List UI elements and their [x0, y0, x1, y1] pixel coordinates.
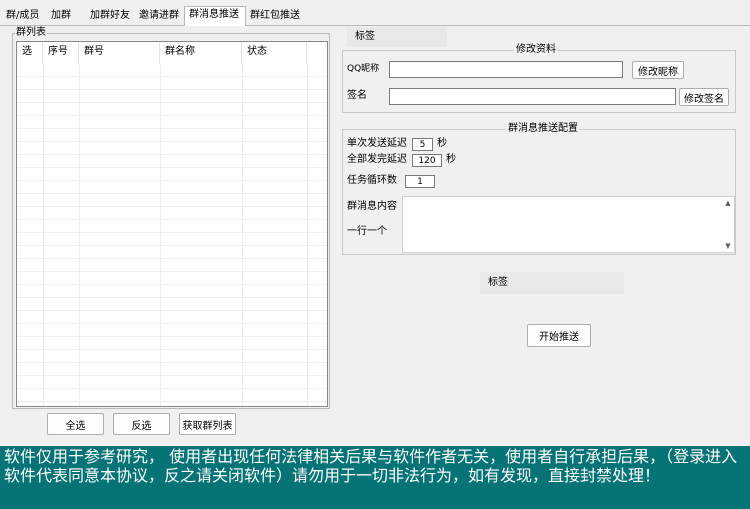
- scroll-down-arrow-icon[interactable]: ▼: [724, 242, 732, 250]
- tab-add-group-friends[interactable]: 加群好友: [88, 8, 132, 26]
- column-header-status[interactable]: 状态: [242, 42, 307, 64]
- tab-bar: 群/成员 加群 加群好友 邀请进群 群消息推送 群红包推送: [0, 6, 750, 26]
- tag-label-middle: 标签: [480, 272, 624, 294]
- group-list-frame: 群列表 选 序号 群号 群名称 状态: [12, 27, 330, 409]
- message-content-textarea[interactable]: ▲ ▼: [402, 196, 735, 253]
- tab-group-redpacket-push[interactable]: 群红包推送: [248, 8, 302, 26]
- single-delay-label: 单次发送延迟: [347, 138, 407, 149]
- invert-selection-button[interactable]: 反选: [113, 413, 170, 435]
- total-delay-label: 全部发完延迟: [347, 154, 407, 165]
- loop-count-input[interactable]: 1: [405, 175, 435, 188]
- group-list-title: 群列表: [15, 27, 47, 39]
- message-content-hint: 一行一个: [347, 226, 387, 237]
- column-header-index[interactable]: 序号: [43, 42, 79, 64]
- push-config-title: 群消息推送配置: [506, 123, 580, 135]
- signature-input[interactable]: [389, 88, 676, 105]
- column-header-group-number[interactable]: 群号: [79, 42, 160, 64]
- single-delay-unit: 秒: [437, 138, 447, 149]
- total-delay-unit: 秒: [446, 154, 456, 165]
- tab-invite-to-group[interactable]: 邀请进群: [137, 8, 181, 26]
- column-header-select[interactable]: 选: [17, 42, 43, 64]
- group-list-view[interactable]: 选 序号 群号 群名称 状态: [16, 41, 328, 407]
- start-push-button[interactable]: 开始推送: [527, 324, 591, 347]
- tab-group-members[interactable]: 群/成员: [4, 8, 41, 26]
- message-content-label: 群消息内容: [347, 201, 397, 212]
- select-all-button[interactable]: 全选: [47, 413, 104, 435]
- profile-frame-title: 修改资料: [514, 44, 558, 56]
- tab-join-group[interactable]: 加群: [49, 8, 73, 26]
- disclaimer-footer: 软件仅用于参考研究， 使用者出现任何法律相关后果与软件作者无关，使用者自行承担后…: [0, 446, 750, 509]
- loop-count-label: 任务循环数: [347, 175, 397, 186]
- group-list-header: 选 序号 群号 群名称 状态: [17, 42, 327, 64]
- tag-label-top: 标签: [347, 27, 447, 47]
- group-list-rows: [17, 64, 327, 406]
- change-signature-button[interactable]: 修改签名: [679, 88, 729, 106]
- tab-group-message-push[interactable]: 群消息推送: [184, 6, 246, 26]
- signature-label: 签名: [347, 90, 367, 101]
- single-delay-input[interactable]: 5: [412, 138, 433, 151]
- column-header-group-name[interactable]: 群名称: [160, 42, 242, 64]
- total-delay-input[interactable]: 120: [412, 154, 442, 167]
- fetch-group-list-button[interactable]: 获取群列表: [179, 413, 236, 435]
- scroll-up-arrow-icon[interactable]: ▲: [724, 199, 732, 207]
- change-nickname-button[interactable]: 修改昵称: [632, 61, 684, 79]
- nickname-label: QQ昵称: [347, 64, 380, 74]
- nickname-input[interactable]: [389, 61, 623, 78]
